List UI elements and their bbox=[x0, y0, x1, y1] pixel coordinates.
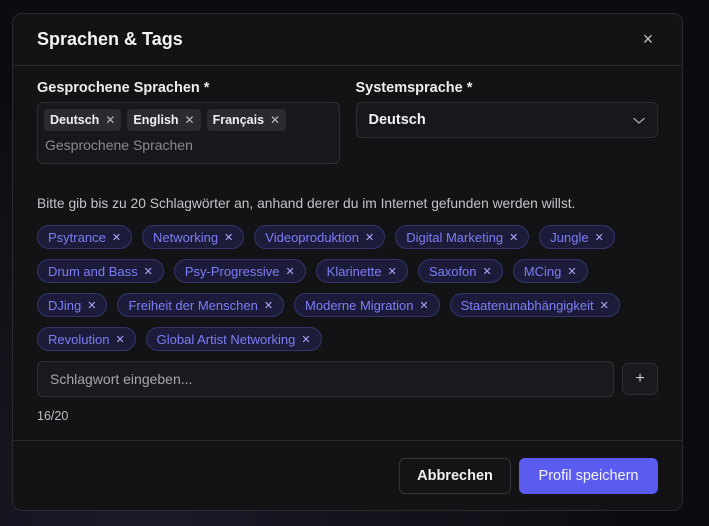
language-chip: Deutsch ✕ bbox=[44, 109, 122, 131]
tag-chip: Videoproduktion ✕ bbox=[254, 225, 386, 249]
remove-tag-icon[interactable]: ✕ bbox=[112, 231, 121, 244]
close-icon[interactable]: × bbox=[638, 29, 658, 50]
tag-label: Moderne Migration bbox=[305, 297, 414, 313]
system-language-select[interactable]: Deutsch bbox=[355, 102, 658, 138]
remove-tag-icon[interactable]: ✕ bbox=[567, 265, 576, 278]
tag-list: Psytrance ✕ Networking ✕ Videoproduktion ✕ Dig… bbox=[37, 225, 661, 351]
tag-chip: Drum and Bass ✕ bbox=[37, 259, 164, 283]
tag-label: Psytrance bbox=[48, 229, 106, 245]
remove-tag-icon[interactable]: ✕ bbox=[509, 231, 518, 244]
tag-chip: Freiheit der Menschen ✕ bbox=[117, 293, 285, 317]
remove-tag-icon[interactable]: ✕ bbox=[365, 231, 374, 244]
tag-label: Staatenunabhängigkeit bbox=[460, 297, 594, 313]
tag-chip: Psytrance ✕ bbox=[37, 225, 133, 249]
dialog-footer: Abbrechen Profil speichern bbox=[13, 440, 682, 510]
tag-chip: DJing ✕ bbox=[37, 293, 108, 317]
tags-hint: Bitte gib bis zu 20 Schlagwörter an, anh… bbox=[37, 196, 576, 211]
tag-chip: Klarinette ✕ bbox=[315, 259, 408, 283]
tag-label: Videoproduktion bbox=[265, 229, 360, 245]
remove-tag-icon[interactable]: ✕ bbox=[600, 299, 609, 312]
remove-tag-icon[interactable]: ✕ bbox=[224, 231, 233, 244]
language-chip-label: Deutsch bbox=[50, 113, 100, 127]
system-language-value: Deutsch bbox=[368, 112, 426, 128]
remove-tag-icon[interactable]: ✕ bbox=[87, 299, 96, 312]
language-chip: English ✕ bbox=[127, 109, 201, 131]
tags-dialog: Sprachen & Tags × Gesprochene Sprachen *… bbox=[12, 13, 683, 511]
tag-chip: Digital Marketing ✕ bbox=[395, 225, 530, 249]
dialog-header: Sprachen & Tags × bbox=[13, 14, 682, 66]
remove-language-icon[interactable]: ✕ bbox=[105, 113, 115, 127]
remove-tag-icon[interactable]: ✕ bbox=[115, 333, 124, 346]
cancel-button[interactable]: Abbrechen bbox=[399, 457, 511, 494]
chevron-down-icon bbox=[633, 113, 645, 128]
tag-chip: Networking ✕ bbox=[142, 225, 245, 249]
spoken-languages-label: Gesprochene Sprachen * bbox=[37, 80, 210, 96]
tag-label: Jungle bbox=[550, 229, 589, 245]
dialog-body: Gesprochene Sprachen * Deutsch ✕ English ✕ F… bbox=[13, 66, 682, 423]
tag-chip: MCing ✕ bbox=[512, 259, 588, 283]
remove-tag-icon[interactable]: ✕ bbox=[595, 231, 604, 244]
tag-label: Klarinette bbox=[326, 263, 382, 279]
tag-chip: Jungle ✕ bbox=[539, 225, 615, 249]
remove-tag-icon[interactable]: ✕ bbox=[483, 265, 492, 278]
tag-label: Global Artist Networking bbox=[156, 331, 296, 347]
tag-chip: Staatenunabhängigkeit ✕ bbox=[449, 293, 620, 317]
tag-chip: Psy-Progressive ✕ bbox=[173, 259, 306, 283]
tag-label: Networking bbox=[153, 229, 219, 245]
tag-label: Freiheit der Menschen bbox=[128, 297, 258, 313]
tag-label: MCing bbox=[523, 263, 562, 279]
language-chip: Français ✕ bbox=[206, 109, 287, 131]
keyword-input[interactable] bbox=[37, 361, 615, 397]
language-chip-label: English bbox=[133, 113, 179, 127]
remove-tag-icon[interactable]: ✕ bbox=[388, 265, 397, 278]
tag-chip: Global Artist Networking ✕ bbox=[145, 327, 322, 351]
tag-label: Revolution bbox=[48, 331, 110, 347]
remove-tag-icon[interactable]: ✕ bbox=[264, 299, 273, 312]
language-chip-list: Deutsch ✕ English ✕ Français ✕ bbox=[44, 109, 333, 131]
tag-chip: Moderne Migration ✕ bbox=[294, 293, 440, 317]
remove-tag-icon[interactable]: ✕ bbox=[419, 299, 428, 312]
tag-label: Saxofon bbox=[428, 263, 477, 279]
system-language-label: Systemsprache * bbox=[355, 80, 473, 96]
dialog-title: Sprachen & Tags bbox=[37, 29, 183, 49]
tag-label: Digital Marketing bbox=[406, 229, 504, 245]
remove-tag-icon[interactable]: ✕ bbox=[301, 333, 310, 346]
spoken-languages-multiselect[interactable]: Deutsch ✕ English ✕ Français ✕ Gesprochene Sp… bbox=[37, 102, 340, 164]
tag-chip: Saxofon ✕ bbox=[417, 259, 503, 283]
remove-tag-icon[interactable]: ✕ bbox=[144, 265, 153, 278]
tag-chip: Revolution ✕ bbox=[37, 327, 136, 351]
remove-language-icon[interactable]: ✕ bbox=[185, 113, 195, 127]
tag-counter: 16/20 bbox=[37, 409, 69, 423]
spoken-languages-placeholder[interactable]: Gesprochene Sprachen bbox=[44, 137, 333, 153]
tag-label: DJing bbox=[48, 297, 82, 313]
language-chip-label: Français bbox=[212, 113, 265, 127]
remove-tag-icon[interactable]: ✕ bbox=[285, 265, 294, 278]
tag-label: Drum and Bass bbox=[48, 263, 138, 279]
add-keyword-button[interactable]: + bbox=[622, 363, 658, 395]
save-profile-button[interactable]: Profil speichern bbox=[519, 457, 658, 494]
remove-language-icon[interactable]: ✕ bbox=[270, 113, 280, 127]
tag-label: Psy-Progressive bbox=[184, 263, 280, 279]
